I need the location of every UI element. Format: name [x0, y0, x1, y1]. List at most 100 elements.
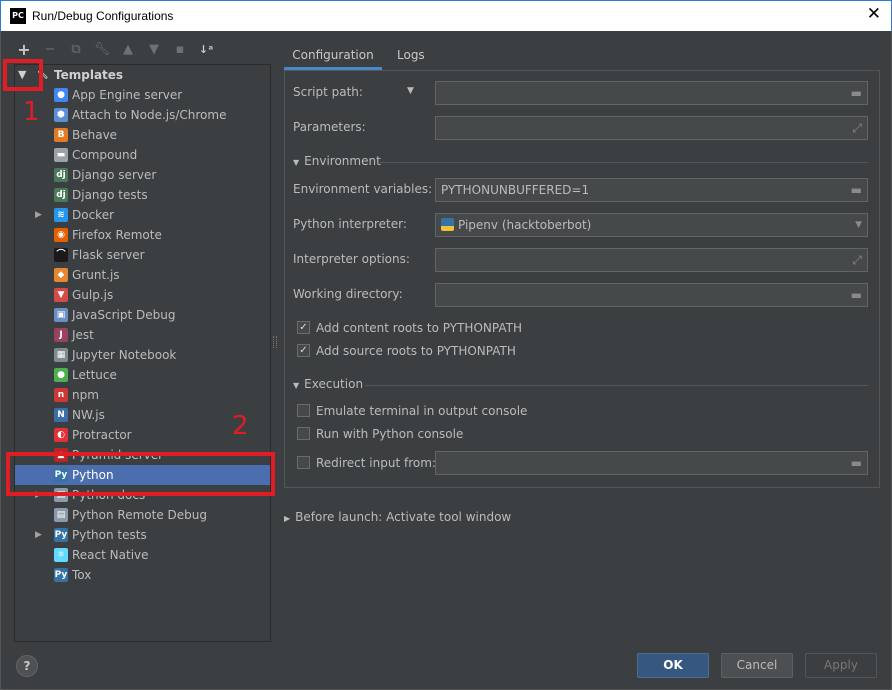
annotation-number-2: 2: [232, 411, 249, 441]
move-down-icon[interactable]: ▼: [141, 40, 167, 60]
tree-item[interactable]: Py Tox: [15, 565, 270, 585]
tab-configuration[interactable]: Configuration: [284, 42, 382, 70]
pycharm-icon: PC: [10, 8, 26, 24]
execution-section[interactable]: ▼ Execution: [293, 377, 363, 391]
tox-icon: Py: [54, 568, 68, 582]
cancel-button[interactable]: Cancel: [721, 653, 793, 678]
help-button[interactable]: ?: [16, 655, 38, 677]
tree-item-label: Compound: [72, 148, 138, 162]
move-up-icon[interactable]: ▲: [115, 40, 141, 60]
add-content-roots-checkbox[interactable]: ✓: [297, 321, 310, 334]
tree-item[interactable]: ▬ Compound: [15, 145, 270, 165]
configuration-tree[interactable]: ▼ 🔧︎ Templates ● App Engine server ⬢ Attach…: [14, 64, 271, 642]
tree-item[interactable]: J Jest: [15, 325, 270, 345]
parameters-field[interactable]: ⤢: [435, 116, 868, 140]
docker-icon: ≋: [54, 208, 68, 222]
tree-item-label: Flask server: [72, 248, 145, 262]
tree-item[interactable]: ▣ JavaScript Debug: [15, 305, 270, 325]
add-source-roots-checkbox[interactable]: ✓: [297, 344, 310, 357]
python-remote-icon: ▤: [54, 508, 68, 522]
annotation-box-1: [3, 59, 43, 91]
interp-options-field[interactable]: ⤢: [435, 248, 868, 272]
django-tests-icon: dj: [54, 188, 68, 202]
tree-item[interactable]: dj Django tests: [15, 185, 270, 205]
annotation-number-1: 1: [23, 97, 40, 127]
run-with-console-checkbox[interactable]: [297, 427, 310, 440]
tree-item[interactable]: B Behave: [15, 125, 270, 145]
react-native-icon: ⚛: [54, 548, 68, 562]
interp-options-label: Interpreter options:: [293, 252, 410, 266]
splitter-handle[interactable]: [273, 336, 277, 348]
close-icon[interactable]: ✕: [867, 6, 881, 23]
tree-item[interactable]: ● Lettuce: [15, 365, 270, 385]
protractor-icon: ◐: [54, 428, 68, 442]
dropdown-arrow-icon[interactable]: ▼: [855, 217, 862, 233]
sort-icon[interactable]: ↓ᵃ: [193, 40, 219, 60]
annotation-box-2: [6, 452, 275, 496]
script-path-label[interactable]: Script path: ▼: [293, 85, 414, 99]
working-dir-field[interactable]: ▬: [435, 283, 868, 307]
working-dir-label: Working directory:: [293, 287, 403, 301]
expand-arrow-icon: ▶: [284, 514, 291, 523]
tree-item[interactable]: ▦ Jupyter Notebook: [15, 345, 270, 365]
grunt-icon: ◆: [54, 268, 68, 282]
behave-icon: B: [54, 128, 68, 142]
env-vars-label: Environment variables:: [293, 182, 433, 196]
folder-icon[interactable]: ▪: [167, 40, 193, 60]
tree-root-label: Templates: [54, 68, 124, 82]
redirect-input-field[interactable]: ▬: [435, 451, 868, 475]
tab-logs[interactable]: Logs: [397, 42, 425, 70]
nwjs-icon: N: [54, 408, 68, 422]
expand-arrow-icon[interactable]: ▶: [35, 525, 45, 545]
copy-icon[interactable]: ⧉: [63, 40, 89, 60]
dropdown-arrow-icon: ▼: [407, 86, 414, 96]
jest-icon: J: [54, 328, 68, 342]
tree-item[interactable]: n npm: [15, 385, 270, 405]
tree-item-label: Python tests: [72, 528, 147, 542]
expand-arrow-icon[interactable]: ▶: [35, 205, 45, 225]
folder-icon[interactable]: ▬: [851, 85, 862, 101]
interpreter-select[interactable]: Pipenv (hacktoberbot) ▼: [435, 213, 868, 237]
tree-item-label: NW.js: [72, 408, 105, 422]
remove-icon[interactable]: −: [37, 40, 63, 60]
before-launch-section[interactable]: ▶ Before launch: Activate tool window: [284, 510, 511, 524]
tree-item[interactable]: ◉ Firefox Remote: [15, 225, 270, 245]
tree-item-label: Gulp.js: [72, 288, 114, 302]
env-vars-field[interactable]: PYTHONUNBUFFERED=1 ▬: [435, 178, 868, 202]
tree-item[interactable]: ⌒ Flask server: [15, 245, 270, 265]
script-path-field[interactable]: ▬: [435, 81, 868, 105]
expand-icon[interactable]: ⤢: [852, 120, 862, 136]
nodejs-icon: ⬢: [54, 108, 68, 122]
tree-item[interactable]: ▶ ≋ Docker: [15, 205, 270, 225]
wrench-icon[interactable]: 🔧︎: [89, 40, 115, 60]
emulate-terminal-checkbox[interactable]: [297, 404, 310, 417]
tree-item[interactable]: dj Django server: [15, 165, 270, 185]
django-icon: dj: [54, 168, 68, 182]
add-icon[interactable]: +: [11, 40, 37, 60]
ok-button[interactable]: OK: [637, 653, 709, 678]
folder-icon[interactable]: ▬: [851, 287, 862, 303]
environment-section[interactable]: ▼ Environment: [293, 154, 381, 168]
tree-item[interactable]: ◆ Grunt.js: [15, 265, 270, 285]
tree-item[interactable]: ⬢ Attach to Node.js/Chrome: [15, 105, 270, 125]
folder-icon[interactable]: ▬: [851, 455, 862, 471]
app-engine-icon: ●: [54, 88, 68, 102]
folder-icon[interactable]: ▬: [851, 182, 862, 198]
firefox-icon: ◉: [54, 228, 68, 242]
tree-item[interactable]: ▶ Py Python tests: [15, 525, 270, 545]
tree-item-label: Firefox Remote: [72, 228, 162, 242]
title-bar: PC Run/Debug Configurations ✕: [0, 0, 892, 31]
tree-item[interactable]: ▼ Gulp.js: [15, 285, 270, 305]
expand-icon[interactable]: ⤢: [852, 252, 862, 268]
tree-item[interactable]: ● App Engine server: [15, 85, 270, 105]
redirect-input-checkbox[interactable]: [297, 456, 310, 469]
tree-toolbar: + − ⧉ 🔧︎ ▲ ▼ ▪ ↓ᵃ: [11, 40, 219, 60]
tree-item[interactable]: ⚛ React Native: [15, 545, 270, 565]
tree-item[interactable]: ▤ Python Remote Debug: [15, 505, 270, 525]
tree-item-label: JavaScript Debug: [72, 308, 176, 322]
configuration-panel: Script path: ▼ ▬ Parameters: ⤢ ▼ Environm…: [284, 70, 880, 488]
tree-item-label: Behave: [72, 128, 118, 142]
apply-button[interactable]: Apply: [805, 653, 877, 678]
tree-root-templates[interactable]: ▼ 🔧︎ Templates: [15, 65, 270, 85]
tree-item-label: Django server: [72, 168, 157, 182]
